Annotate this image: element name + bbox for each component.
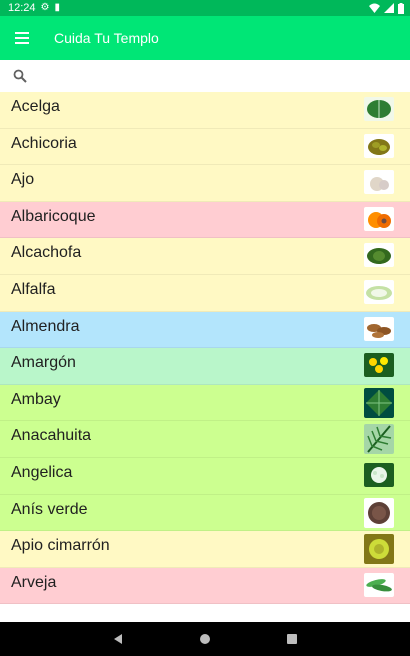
ambay-leaf-thumbnail	[364, 387, 394, 418]
list-item-label: Almendra	[11, 317, 80, 335]
app-title: Cuida Tu Templo	[54, 30, 159, 46]
wifi-icon	[369, 3, 380, 13]
search-icon	[13, 69, 27, 83]
almond-thumbnail	[364, 316, 394, 341]
list-item[interactable]: Anís verde	[0, 494, 410, 532]
list-item-label: Apio cimarrón	[11, 537, 110, 555]
list-item[interactable]: Ajo	[0, 165, 410, 202]
navigation-bar	[0, 622, 410, 656]
hamburger-menu-icon[interactable]	[15, 27, 37, 49]
plant-list[interactable]: Acelga Achicoria Ajo Albaricoque Alcachofa Al…	[0, 92, 410, 622]
search-bar	[0, 60, 410, 93]
recents-square-icon[interactable]	[285, 632, 299, 646]
search-input[interactable]	[34, 64, 408, 93]
list-item[interactable]: Anacahuita	[0, 421, 410, 458]
garlic-thumbnail	[364, 170, 394, 195]
dandelion-thumbnail	[364, 353, 394, 378]
list-item[interactable]: Arveja	[0, 567, 410, 605]
list-item[interactable]: Almendra	[0, 311, 410, 349]
list-item-label: Achicoria	[11, 134, 77, 152]
list-item-label: Ajo	[11, 171, 35, 189]
list-item[interactable]: Acelga	[0, 92, 410, 129]
list-item-label: Arveja	[11, 573, 57, 591]
back-triangle-icon[interactable]	[111, 632, 125, 646]
chard-leaf-thumbnail	[364, 97, 394, 121]
list-item-label: Anís verde	[11, 500, 88, 518]
list-item[interactable]: Amargón	[0, 348, 410, 385]
chicory-thumbnail	[364, 133, 394, 158]
list-item[interactable]: Achicoria	[0, 128, 410, 166]
apricot-thumbnail	[364, 206, 394, 231]
list-item-label: Albaricoque	[11, 207, 96, 225]
settings-gear-icon: ⚙	[40, 2, 50, 13]
home-circle-icon[interactable]	[198, 632, 212, 646]
peas-thumbnail	[364, 572, 394, 597]
battery-icon	[398, 2, 404, 14]
list-item[interactable]: Alfalfa	[0, 274, 410, 312]
wild-celery-thumbnail	[364, 534, 394, 565]
list-item-label: Angelica	[11, 463, 73, 481]
list-item-label: Acelga	[11, 98, 60, 115]
list-item[interactable]: Angelica	[0, 457, 410, 495]
angelica-flower-thumbnail	[364, 462, 394, 487]
list-item[interactable]: Alcachofa	[0, 238, 410, 275]
list-item-label: Ambay	[11, 390, 61, 408]
status-time: 12:24	[8, 2, 36, 14]
sd-card-icon: ▮	[54, 2, 61, 13]
app-bar: Cuida Tu Templo	[0, 16, 410, 60]
anise-seeds-thumbnail	[364, 497, 394, 528]
fern-leaf-thumbnail	[364, 424, 394, 455]
list-item[interactable]: Ambay	[0, 384, 410, 422]
list-item-label: Amargón	[11, 354, 76, 372]
list-item-label: Alfalfa	[11, 280, 56, 298]
signal-icon	[384, 3, 394, 13]
list-item[interactable]: Apio cimarrón	[0, 531, 410, 568]
list-item-label: Alcachofa	[11, 244, 82, 262]
status-icons	[369, 0, 404, 16]
list-item-label: Anacahuita	[11, 427, 92, 445]
list-item[interactable]: Albaricoque	[0, 201, 410, 239]
artichoke-thumbnail	[364, 243, 394, 268]
status-bar: 12:24 ⚙ ▮	[0, 0, 410, 16]
alfalfa-thumbnail	[364, 279, 394, 304]
